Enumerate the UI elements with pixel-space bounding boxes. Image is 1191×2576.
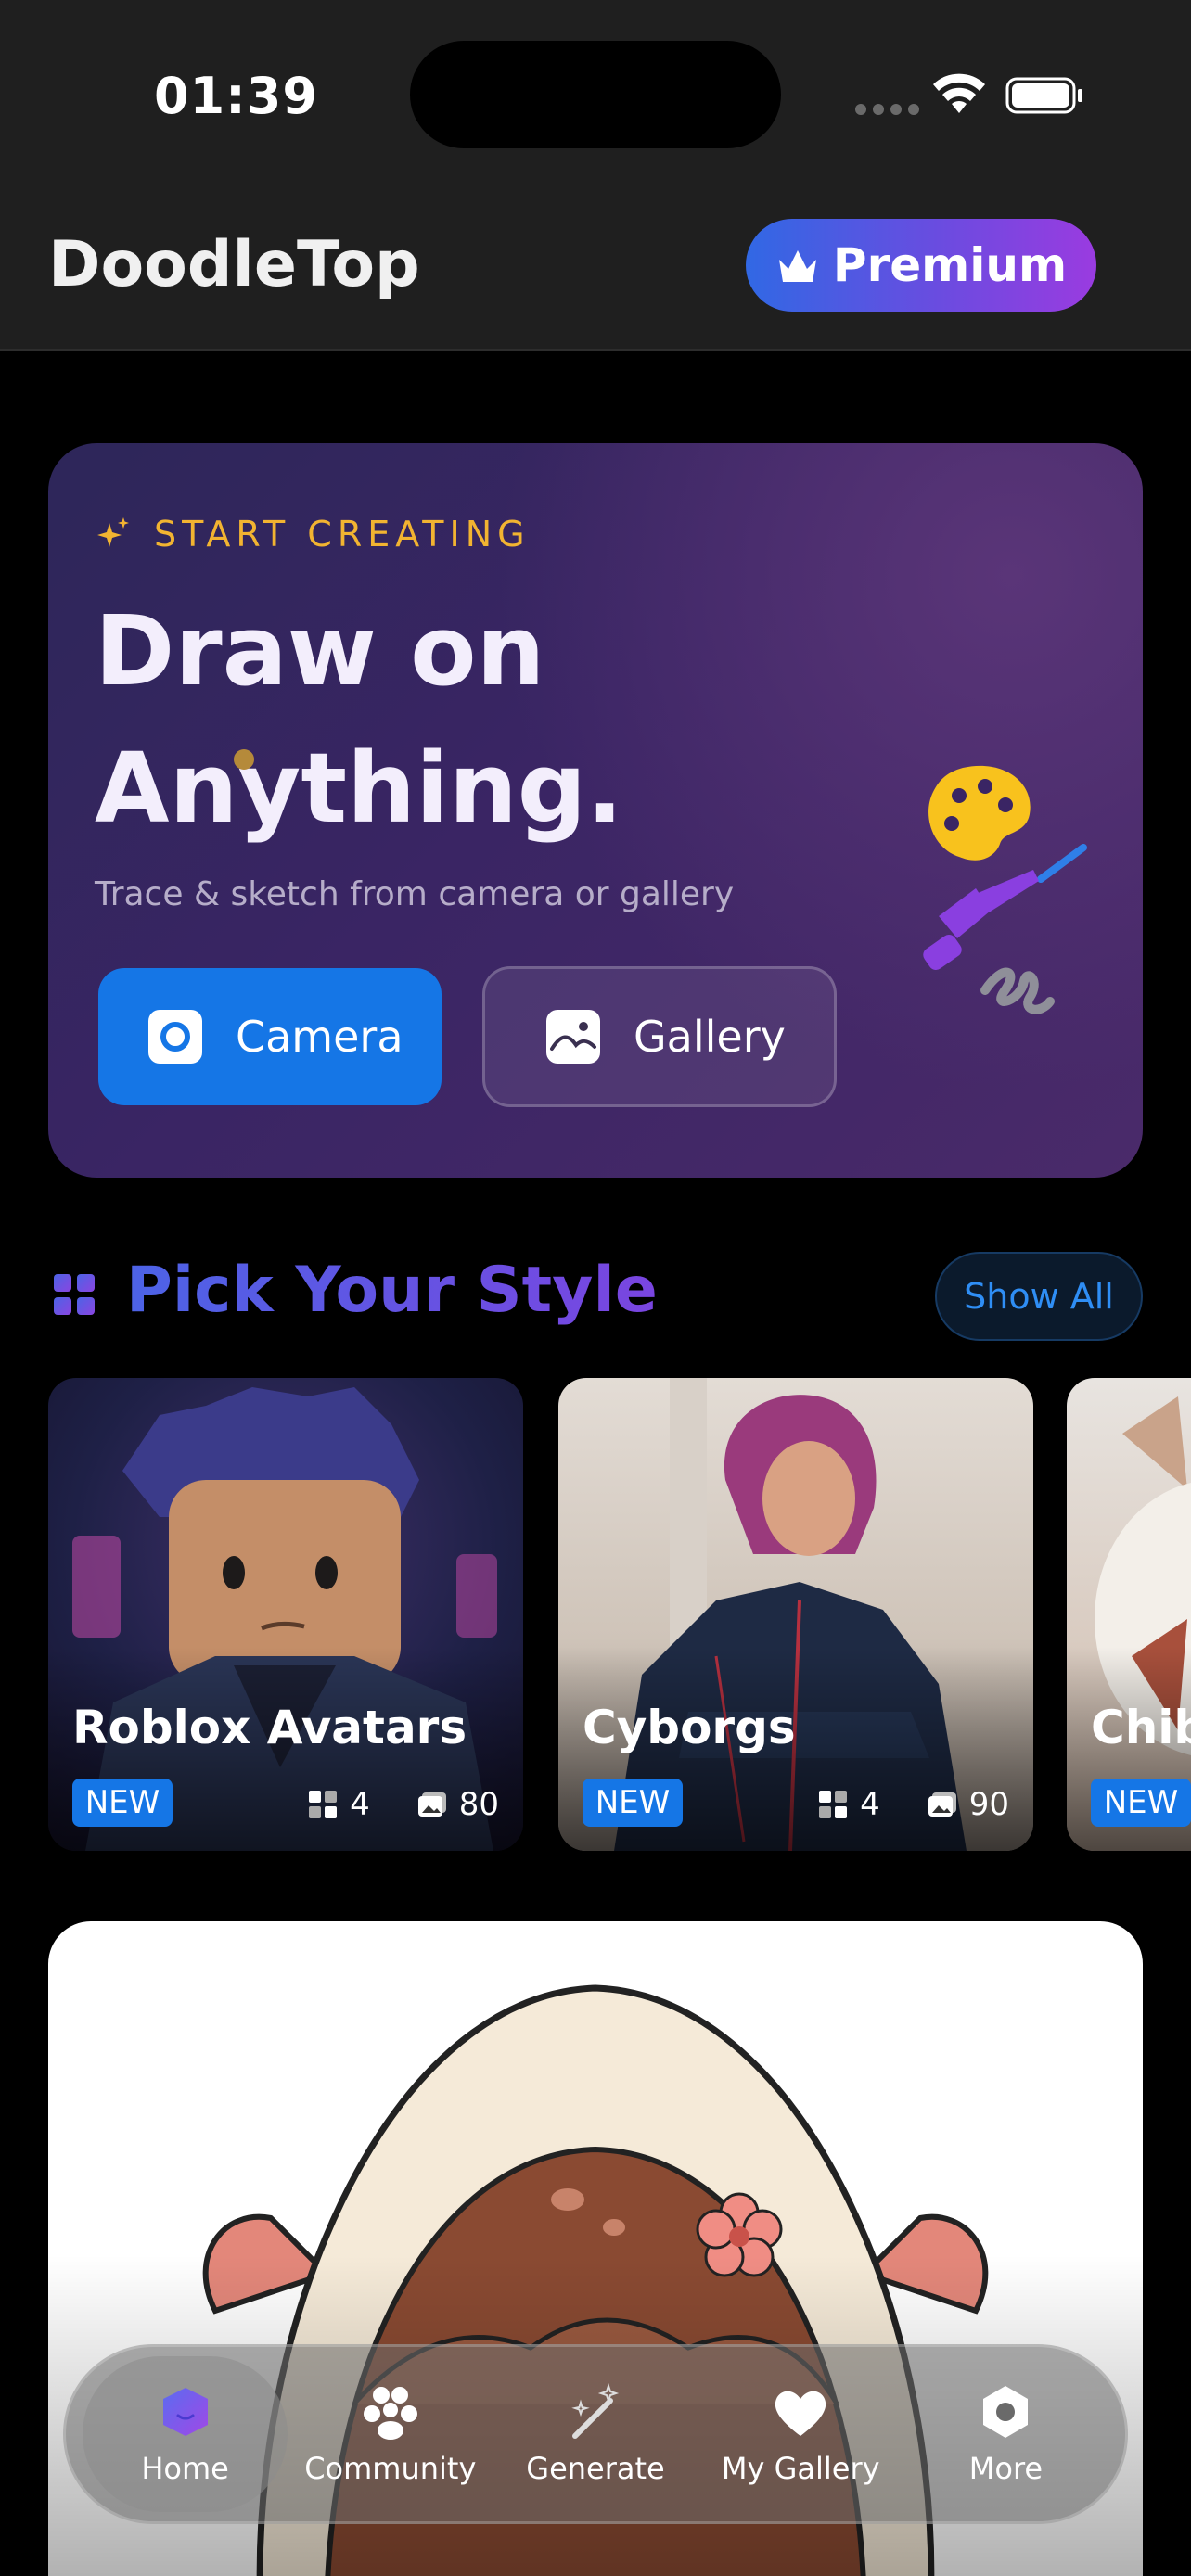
cellular-signal-icon [855,104,919,115]
image-icon [546,1010,600,1064]
status-time: 01:39 [154,67,318,125]
card-meta: 4 90 [817,1786,1009,1823]
gallery-button[interactable]: Gallery [482,966,837,1107]
images-icon [417,1792,446,1817]
style-card-cyborgs[interactable]: Cyborgs NEW 4 90 [558,1378,1033,1851]
decorative-dot [234,749,254,770]
tab-home[interactable]: Home [83,2356,288,2512]
brush-icon [923,844,1087,970]
images-count: 80 [458,1786,499,1823]
camera-icon [148,1010,202,1064]
hexagon-icon [983,2386,1029,2438]
tab-label: Community [304,2451,477,2486]
tab-community[interactable]: Community [288,2356,493,2512]
new-badge: NEW [72,1779,173,1827]
show-all-button[interactable]: Show All [935,1252,1143,1341]
heart-icon [775,2391,826,2436]
camera-label: Camera [236,1012,403,1062]
magic-wand-icon [571,2382,620,2439]
premium-button[interactable]: Premium [746,219,1096,312]
home-icon [162,2388,208,2436]
card-title: Chib [1091,1701,1191,1754]
app-title: DoodleTop [48,228,420,301]
new-badge: NEW [1091,1779,1191,1827]
home-screen: 01:39 DoodleTop Premium START CREATING D… [0,0,1191,2576]
sparkles-icon [97,517,129,547]
sets-count: 4 [860,1786,880,1823]
sets-icon [309,1791,338,1818]
battery-icon [1005,77,1082,114]
palette-icon [928,765,1031,861]
premium-label: Premium [832,238,1068,292]
dynamic-island [410,41,781,148]
tab-my-gallery[interactable]: My Gallery [698,2356,903,2512]
camera-button[interactable]: Camera [98,968,442,1105]
tab-generate[interactable]: Generate [493,2356,698,2512]
hero-eyebrow: START CREATING [95,514,531,555]
section-title: Pick Your Style [126,1254,658,1327]
hero-title: Draw on Anything. [95,582,929,857]
tab-label: Generate [526,2451,665,2486]
wifi-icon [933,73,985,113]
start-creating-card: START CREATING Draw on Anything. Trace &… [48,443,1143,1178]
new-badge: NEW [583,1779,683,1827]
status-bar: 01:39 [0,0,1191,195]
art-supplies-illustration [923,765,1087,1014]
tab-more[interactable]: More [903,2356,1108,2512]
hero-eyebrow-label: START CREATING [154,514,531,555]
images-count: 90 [968,1786,1009,1823]
style-card-roblox-avatars[interactable]: Roblox Avatars NEW 4 80 [48,1378,523,1851]
style-card-chibi[interactable]: Chib NEW [1067,1378,1191,1851]
sets-icon [819,1791,848,1818]
card-meta: 4 80 [307,1786,499,1823]
hero-title-line-1: Draw on [95,594,545,708]
tab-label: Home [141,2451,229,2486]
community-icon [363,2387,417,2440]
tab-label: My Gallery [721,2451,880,2486]
hero-subtitle: Trace & sketch from camera or gallery [95,875,735,913]
card-title: Cyborgs [583,1701,796,1754]
images-icon [928,1792,956,1817]
app-header: DoodleTop Premium [0,195,1191,351]
crown-icon [778,250,816,282]
gallery-label: Gallery [634,1012,786,1062]
scribble-stroke [980,967,1055,1014]
card-title: Roblox Avatars [72,1701,467,1754]
tab-label: More [968,2451,1044,2486]
bottom-tab-bar: Home Community Generate My Gallery More [63,2344,1128,2524]
hero-title-line-2: Anything. [95,732,623,845]
grid-icon [54,1274,95,1315]
sets-count: 4 [350,1786,370,1823]
